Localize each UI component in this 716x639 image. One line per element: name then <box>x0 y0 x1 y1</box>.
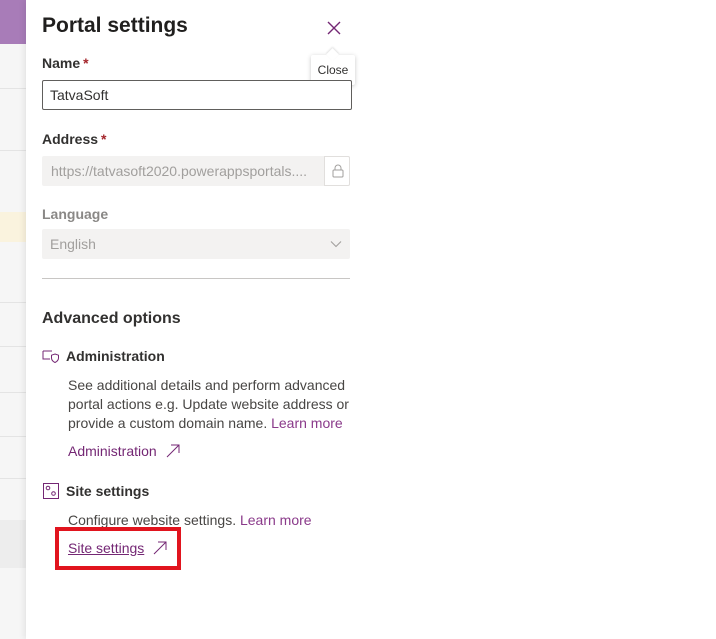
administration-description-block: See additional details and perform advan… <box>68 376 354 433</box>
close-button[interactable] <box>322 16 346 40</box>
background-header <box>0 0 26 44</box>
panel-title: Portal settings <box>42 14 188 37</box>
background-grey-row <box>0 520 26 568</box>
background-row-divider <box>0 436 26 437</box>
background-row-divider <box>0 392 26 393</box>
background-selected-row <box>0 212 26 242</box>
site-settings-learn-more-link[interactable]: Learn more <box>240 512 312 528</box>
language-value: English <box>50 236 96 252</box>
background-row-divider <box>0 88 26 89</box>
address-label-text: Address <box>42 131 99 147</box>
language-dropdown: English <box>42 229 350 259</box>
administration-link[interactable]: Administration <box>68 443 181 459</box>
site-settings-heading: Site settings <box>66 483 150 499</box>
name-input[interactable] <box>42 80 352 110</box>
site-settings-icon <box>43 483 59 499</box>
admin-shield-icon <box>42 350 59 364</box>
close-icon <box>327 21 341 35</box>
highlight-box <box>55 527 181 570</box>
background-row-divider <box>0 346 26 347</box>
address-value: https://tatvasoft2020.powerappsportals..… <box>51 163 308 179</box>
external-arrow-icon <box>166 444 180 458</box>
administration-heading: Administration <box>66 348 165 364</box>
portal-settings-panel: Portal settings Close Name* Address* htt… <box>26 0 716 639</box>
background-app-strip <box>0 0 26 639</box>
site-settings-description: Configure website settings. <box>68 512 237 528</box>
required-mark: * <box>83 55 89 71</box>
address-lock <box>324 156 350 186</box>
administration-link-label: Administration <box>68 443 157 459</box>
required-mark: * <box>101 131 107 147</box>
name-label-text: Name <box>42 55 81 71</box>
administration-header: Administration <box>42 347 165 365</box>
name-label: Name * <box>42 55 89 71</box>
administration-learn-more-link[interactable]: Learn more <box>271 415 343 431</box>
advanced-options-title: Advanced options <box>42 310 181 327</box>
address-label: Address * <box>42 131 106 147</box>
background-row-divider <box>0 302 26 303</box>
background-row-divider <box>0 478 26 479</box>
language-label: Language <box>42 206 109 222</box>
chevron-down-icon <box>330 241 342 248</box>
section-divider <box>42 278 350 279</box>
site-settings-header: Site settings <box>42 482 149 500</box>
lock-icon <box>332 164 344 178</box>
background-row-divider <box>0 150 26 151</box>
address-field: https://tatvasoft2020.powerappsportals..… <box>42 156 350 186</box>
